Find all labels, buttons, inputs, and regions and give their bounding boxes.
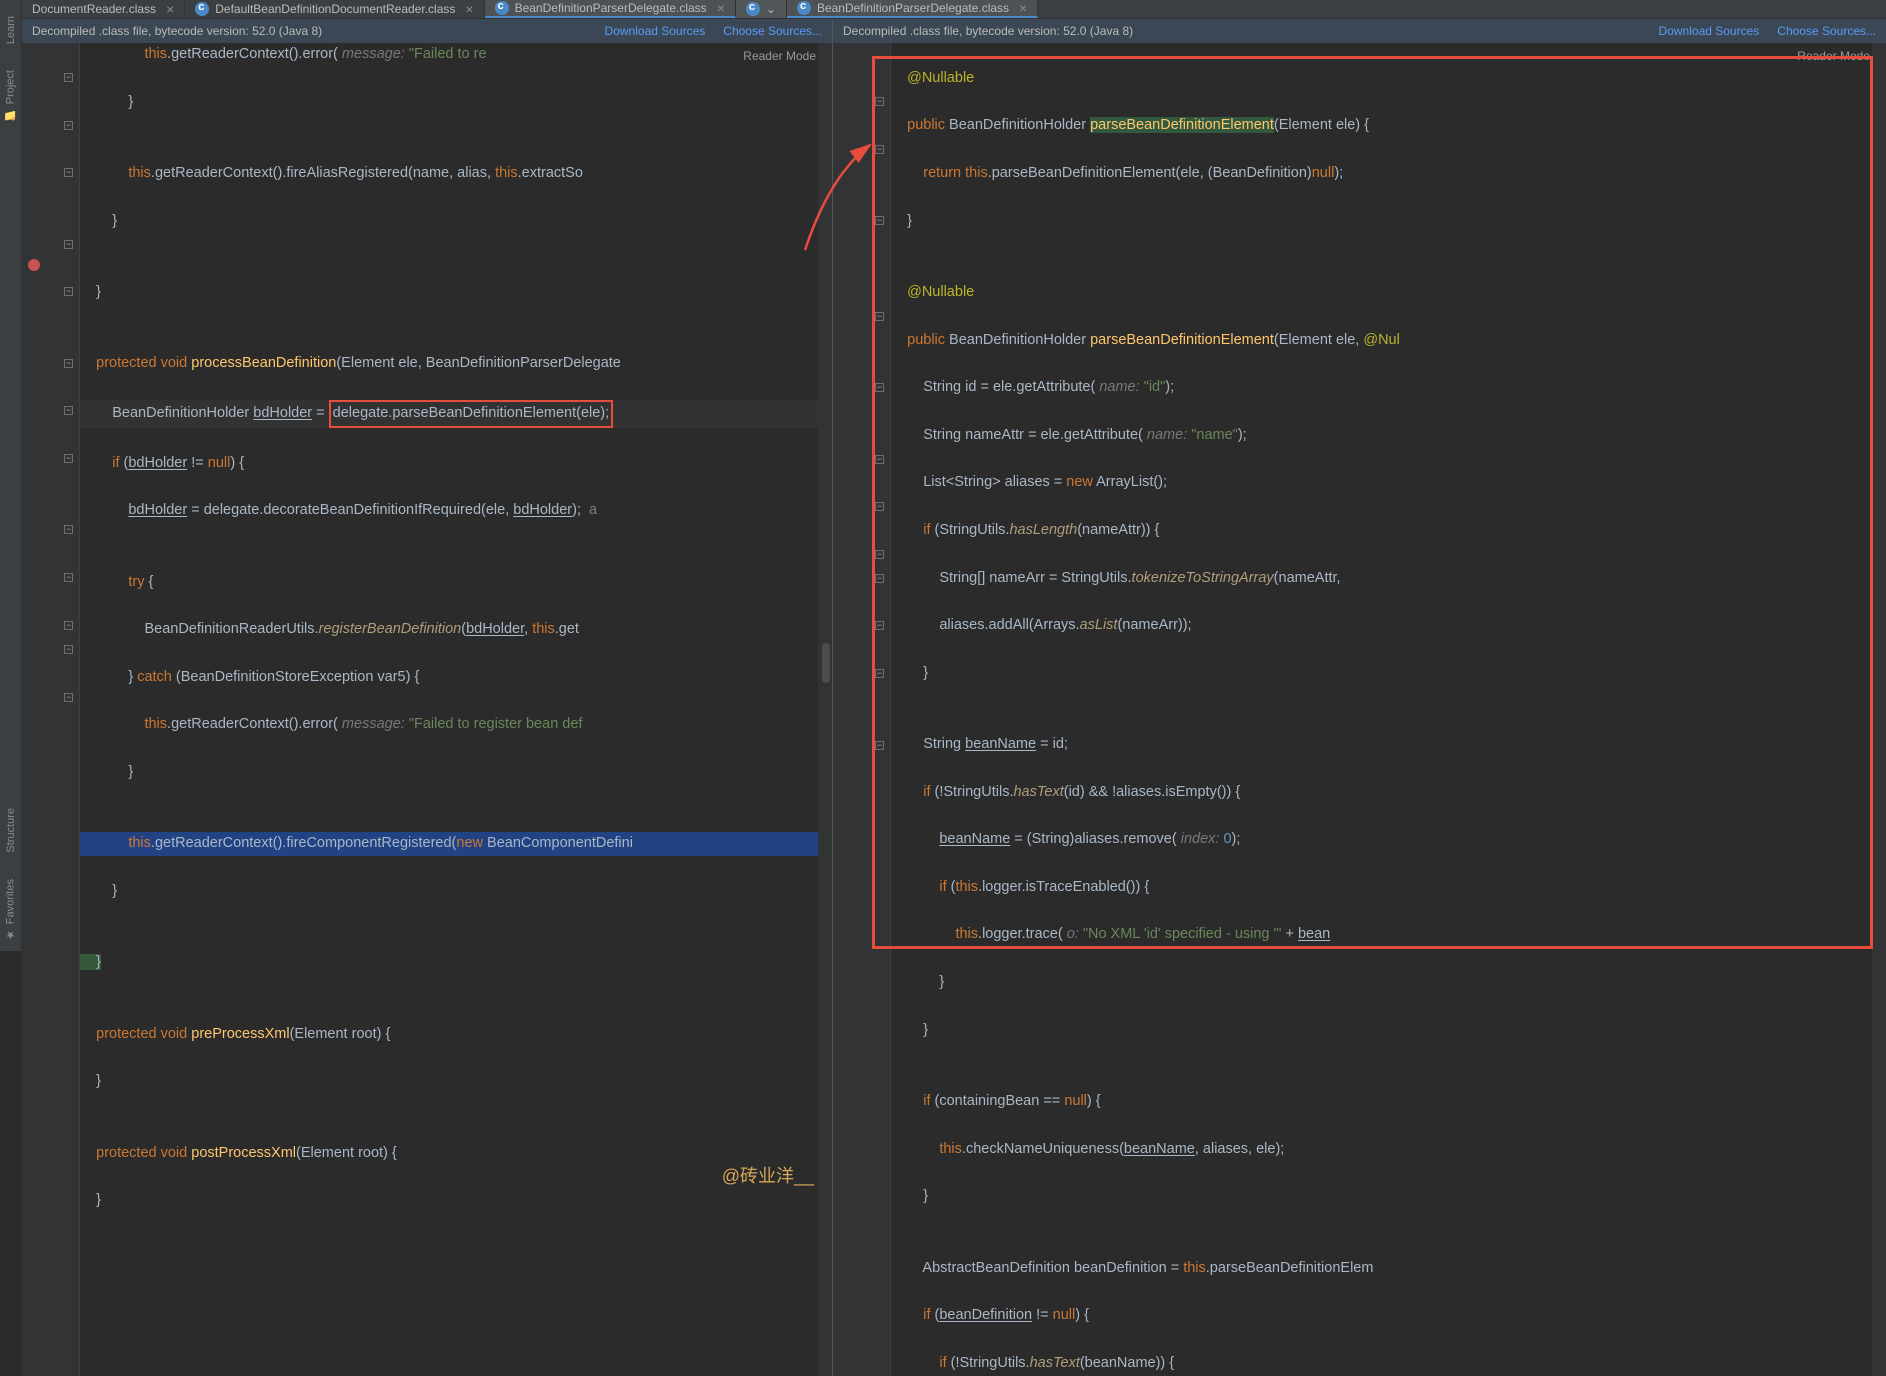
- left-tool-window-bar: Learn 📁Project Structure ★Favorites: [0, 0, 22, 951]
- decompiled-info-bar: Decompiled .class file, bytecode version…: [22, 19, 832, 43]
- fold-marker[interactable]: −: [875, 502, 884, 511]
- breakpoint-icon[interactable]: [28, 259, 40, 271]
- tool-tab-learn[interactable]: Learn: [3, 6, 19, 54]
- fold-marker[interactable]: −: [64, 359, 73, 368]
- download-sources-link[interactable]: Download Sources: [1659, 24, 1760, 38]
- fold-marker[interactable]: −: [64, 406, 73, 415]
- class-icon: [797, 1, 811, 15]
- fold-marker[interactable]: −: [64, 168, 73, 177]
- project-icon: 📁: [4, 108, 17, 121]
- tool-tab-favorites[interactable]: ★Favorites: [2, 869, 19, 951]
- chevron-down-icon: ⌄: [766, 2, 776, 16]
- fold-marker[interactable]: −: [875, 574, 884, 583]
- tool-tab-project[interactable]: 📁Project: [2, 60, 19, 131]
- fold-marker[interactable]: −: [64, 621, 73, 630]
- fold-marker[interactable]: −: [64, 73, 73, 82]
- fold-marker[interactable]: −: [875, 312, 884, 321]
- editor-tabs-row: DocumentReader.class× DefaultBeanDefinit…: [22, 0, 1886, 19]
- fold-marker[interactable]: −: [875, 145, 884, 154]
- right-gutter[interactable]: − − − − − − − − − − − −: [833, 43, 891, 1376]
- scrollbar-thumb[interactable]: [822, 643, 830, 683]
- fold-marker[interactable]: −: [64, 573, 73, 582]
- watermark-text: @砖业洋__: [722, 1162, 814, 1188]
- fold-marker[interactable]: −: [875, 669, 884, 678]
- tab-document-reader[interactable]: DocumentReader.class×: [22, 0, 185, 18]
- class-icon: [195, 2, 209, 16]
- right-gutter-stripe[interactable]: [818, 43, 832, 1376]
- choose-sources-link[interactable]: Choose Sources...: [1777, 24, 1876, 38]
- right-gutter-stripe[interactable]: [1872, 43, 1886, 1376]
- decompiled-text: Decompiled .class file, bytecode version…: [32, 24, 322, 38]
- editor-pane-right: Decompiled .class file, bytecode version…: [833, 19, 1886, 1376]
- fold-marker[interactable]: −: [64, 454, 73, 463]
- reader-mode-label[interactable]: Reader Mode: [1797, 49, 1870, 63]
- fold-marker[interactable]: −: [64, 240, 73, 249]
- fold-marker[interactable]: −: [875, 97, 884, 106]
- fold-marker[interactable]: −: [64, 121, 73, 130]
- choose-sources-link[interactable]: Choose Sources...: [723, 24, 822, 38]
- editor-pane-left: Decompiled .class file, bytecode version…: [22, 19, 833, 1376]
- fold-marker[interactable]: −: [875, 741, 884, 750]
- fold-marker[interactable]: −: [875, 216, 884, 225]
- close-icon[interactable]: ×: [1019, 0, 1027, 16]
- class-icon: [746, 2, 760, 16]
- close-icon[interactable]: ×: [166, 1, 174, 17]
- reader-mode-label[interactable]: Reader Mode: [743, 49, 816, 63]
- fold-marker[interactable]: −: [64, 525, 73, 534]
- left-code[interactable]: this.getReaderContext().error( message: …: [80, 43, 818, 1376]
- more-tabs-button[interactable]: ⌄: [736, 0, 787, 18]
- tool-tab-structure[interactable]: Structure: [3, 798, 19, 863]
- fold-marker[interactable]: −: [875, 621, 884, 630]
- download-sources-link[interactable]: Download Sources: [605, 24, 706, 38]
- right-code-area[interactable]: − − − − − − − − − − − − @Nullable public…: [833, 43, 1886, 1376]
- fold-marker[interactable]: −: [64, 693, 73, 702]
- class-icon: [495, 1, 509, 15]
- fold-marker[interactable]: −: [875, 383, 884, 392]
- close-icon[interactable]: ×: [717, 0, 725, 16]
- fold-marker[interactable]: −: [875, 550, 884, 559]
- fold-marker[interactable]: −: [875, 455, 884, 464]
- highlighted-call-box: delegate.parseBeanDefinitionElement(ele)…: [329, 400, 613, 428]
- tab-bean-def-parser-delegate[interactable]: BeanDefinitionParserDelegate.class×: [485, 0, 736, 18]
- decompiled-info-bar-right: Decompiled .class file, bytecode version…: [833, 19, 1886, 43]
- left-code-area[interactable]: − − − − − − − − − − − − − this.getReader…: [22, 43, 832, 1376]
- tab-bean-def-parser-delegate-right[interactable]: BeanDefinitionParserDelegate.class×: [787, 0, 1038, 18]
- right-code[interactable]: @Nullable public BeanDefinitionHolder pa…: [891, 43, 1872, 1376]
- fold-marker[interactable]: −: [64, 645, 73, 654]
- left-gutter[interactable]: − − − − − − − − − − − − −: [22, 43, 80, 1376]
- close-icon[interactable]: ×: [465, 1, 473, 17]
- fold-marker[interactable]: −: [64, 287, 73, 296]
- decompiled-text: Decompiled .class file, bytecode version…: [843, 24, 1133, 38]
- split-editor: Decompiled .class file, bytecode version…: [22, 19, 1886, 1376]
- star-icon: ★: [4, 928, 17, 941]
- tab-default-bean-def-reader[interactable]: DefaultBeanDefinitionDocumentReader.clas…: [185, 0, 484, 18]
- editor-area: DocumentReader.class× DefaultBeanDefinit…: [22, 0, 1886, 951]
